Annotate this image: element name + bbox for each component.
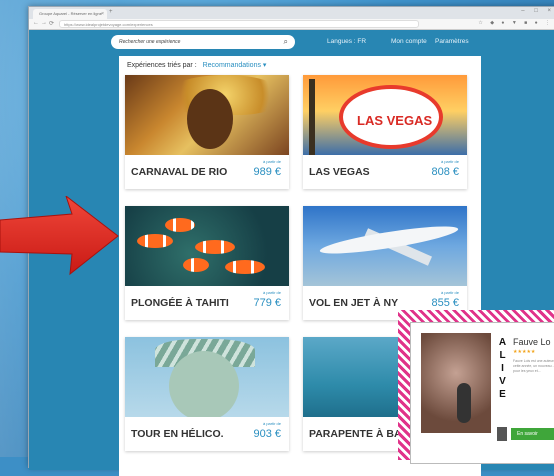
tab-bar: Groupe Aquarel - Réserver en ligne × + –…	[29, 7, 554, 19]
card-from-label: à partir de	[262, 290, 281, 295]
statue-of-liberty-image	[125, 337, 289, 417]
url-input[interactable]: https://www.idealprojetdevoyage.com/expe…	[59, 20, 419, 28]
tab-title: Groupe Aquarel - Réserver en ligne	[39, 11, 102, 16]
forward-icon[interactable]: →	[41, 20, 47, 26]
experience-card[interactable]: LAS VEGAS LAS VEGAS à partir de 808 €	[303, 75, 467, 189]
card-from-label: à partir de	[262, 421, 281, 426]
card-price: 903 €	[253, 428, 281, 440]
back-icon[interactable]: ←	[33, 20, 39, 26]
advertisement-panel: ALIVE Fauve Lo ★★★★★ Fauve Lois est une …	[410, 322, 554, 464]
jet-image	[303, 206, 467, 286]
card-title: PLONGÉE À TAHITI	[131, 297, 229, 309]
card-title: TOUR EN HÉLICO.	[131, 428, 224, 440]
ad-artist-name: Fauve Lo	[513, 337, 551, 347]
red-arrow-icon	[0, 196, 119, 276]
card-title: VOL EN JET À NY	[309, 297, 399, 309]
window-controls[interactable]: – □ ×	[521, 8, 554, 14]
experience-card[interactable]: VOL EN JET À NY à partir de 855 €	[303, 206, 467, 320]
card-title: LAS VEGAS	[309, 166, 370, 178]
account-link[interactable]: Mon compte	[391, 38, 427, 45]
card-title: CARNAVAL DE RIO	[131, 166, 228, 178]
browser-tab[interactable]: Groupe Aquarel - Réserver en ligne ×	[33, 9, 107, 19]
search-input[interactable]: Rechercher une expérience ⌕	[111, 35, 295, 49]
las-vegas-image: LAS VEGAS	[303, 75, 467, 155]
tab-close-icon[interactable]: ×	[101, 9, 104, 19]
card-price: 855 €	[431, 297, 459, 309]
sort-label: Expériences triés par :	[127, 62, 197, 69]
clownfish-image	[125, 206, 289, 286]
microphone-icon	[457, 383, 471, 423]
ad-thumbnail	[497, 427, 507, 441]
ad-vertical-text: ALIVE	[497, 337, 508, 402]
sort-dropdown[interactable]: Recommandations ▾	[203, 62, 267, 69]
card-price: 779 €	[253, 297, 281, 309]
ad-cta-button[interactable]: En savoir	[511, 428, 554, 440]
singer-photo	[421, 333, 491, 433]
experience-card[interactable]: TOUR EN HÉLICO. à partir de 903 €	[125, 337, 289, 451]
site-header: Rechercher une expérience ⌕ Langues : FR…	[29, 30, 554, 56]
sort-bar: Expériences triés par : Recommandations …	[127, 61, 266, 69]
ad-description: Fauve Lois est une auteure... cette anné…	[513, 359, 554, 373]
extension-icons[interactable]: ☆ ◆ ● ▼ ■ ● ⋮	[478, 20, 553, 26]
reload-icon[interactable]: ⟳	[49, 20, 54, 27]
languages-menu[interactable]: Langues : FR	[327, 38, 366, 45]
card-from-label: à partir de	[440, 290, 459, 295]
card-price: 808 €	[431, 166, 459, 178]
card-from-label: à partir de	[440, 159, 459, 164]
experience-card[interactable]: PLONGÉE À TAHITI à partir de 779 €	[125, 206, 289, 320]
carnival-image	[125, 75, 289, 155]
search-icon[interactable]: ⌕	[284, 35, 288, 49]
card-from-label: à partir de	[262, 159, 281, 164]
new-tab-icon[interactable]: +	[109, 9, 113, 15]
ad-rating-stars: ★★★★★	[513, 349, 536, 355]
address-bar: ← → ⟳ https://www.idealprojetdevoyage.co…	[29, 19, 554, 30]
card-title: PARAPENTE À BA	[309, 428, 402, 440]
settings-link[interactable]: Paramètres	[435, 38, 469, 45]
search-placeholder: Rechercher une expérience	[119, 39, 181, 45]
experience-card[interactable]: CARNAVAL DE RIO à partir de 989 €	[125, 75, 289, 189]
card-price: 989 €	[253, 166, 281, 178]
